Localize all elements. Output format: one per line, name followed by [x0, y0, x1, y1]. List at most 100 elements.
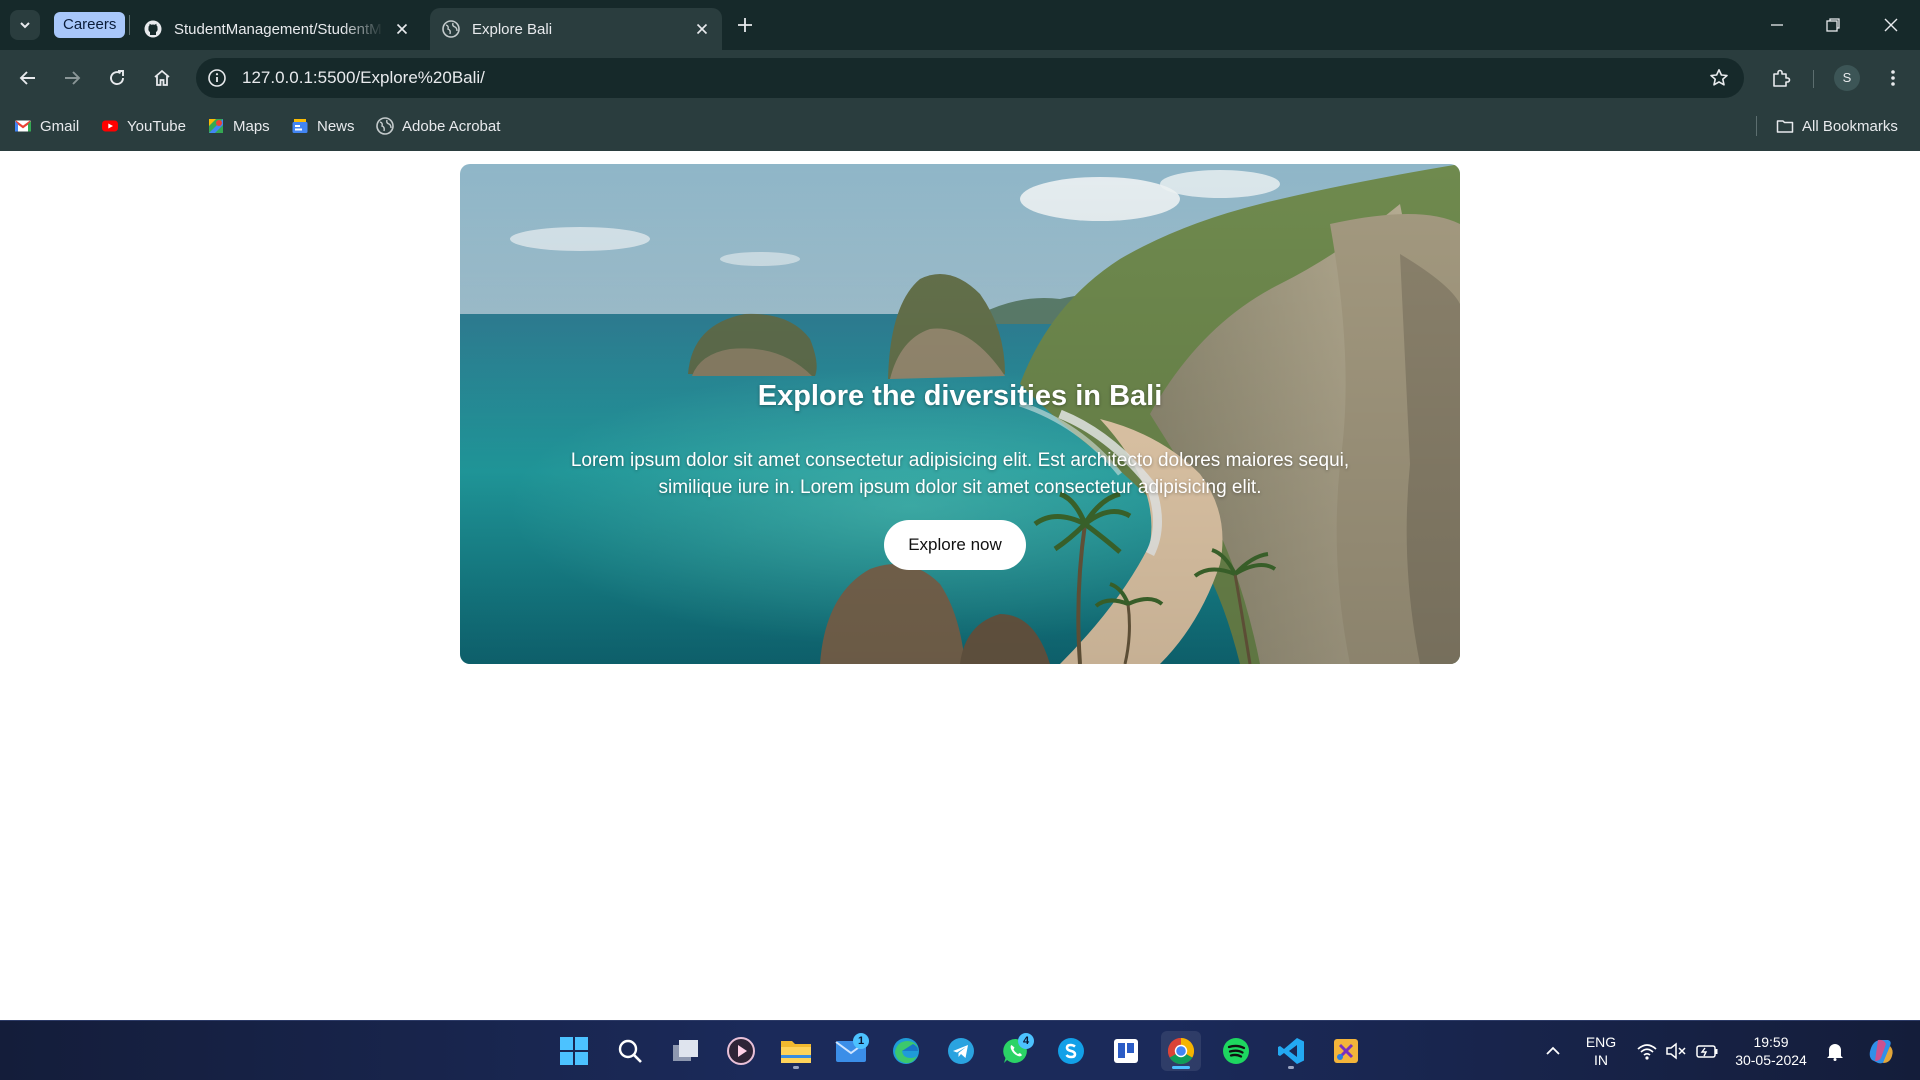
- bookmark-label: Maps: [233, 117, 270, 135]
- chrome-icon: [1167, 1037, 1195, 1065]
- taskbar-spotify[interactable]: [1216, 1031, 1256, 1071]
- url-text[interactable]: 127.0.0.1:5500/Explore%20Bali/: [242, 58, 485, 98]
- globe-icon: [442, 20, 460, 38]
- tab-title: StudentManagement/StudentM: [174, 20, 382, 38]
- taskbar-task-view[interactable]: [666, 1031, 706, 1071]
- taskbar: 1 4 ENG IN 19:59 30-05-2024: [0, 1020, 1920, 1080]
- close-icon[interactable]: [394, 21, 410, 37]
- bookmark-label: Adobe Acrobat: [402, 117, 501, 135]
- bookmark-adobe-acrobat[interactable]: Adobe Acrobat: [376, 106, 500, 146]
- bookmark-label: YouTube: [127, 117, 186, 135]
- taskbar-mail[interactable]: 1: [831, 1031, 871, 1071]
- explore-now-button[interactable]: Explore now: [884, 520, 1026, 570]
- copilot-icon[interactable]: [1866, 1036, 1896, 1066]
- minimize-icon[interactable]: [1766, 14, 1788, 36]
- new-tab-plus-icon[interactable]: [734, 14, 756, 36]
- bookmark-maps[interactable]: Maps: [207, 106, 270, 146]
- taskbar-edge[interactable]: [886, 1031, 926, 1071]
- bookmark-star-icon[interactable]: [1708, 67, 1730, 89]
- spotify-icon: [1223, 1038, 1249, 1064]
- mail-notification-badge: 1: [853, 1033, 869, 1049]
- vscode-icon: [1278, 1038, 1304, 1064]
- bookmarks-divider: [1756, 116, 1757, 136]
- site-info-icon[interactable]: [206, 67, 228, 89]
- extensions-button[interactable]: [1767, 64, 1795, 92]
- wifi-icon[interactable]: [1636, 1041, 1658, 1061]
- media-player-icon: [727, 1037, 755, 1065]
- whatsapp-notification-badge: 4: [1018, 1033, 1034, 1049]
- taskbar-whatsapp[interactable]: 4: [996, 1031, 1036, 1071]
- home-button[interactable]: [148, 64, 176, 92]
- bookmark-label: Gmail: [40, 117, 80, 135]
- region-label: IN: [1594, 1052, 1608, 1068]
- tab-search-button[interactable]: [10, 10, 40, 40]
- tab-github[interactable]: StudentManagement/StudentM: [132, 8, 422, 50]
- close-window-icon[interactable]: [1880, 14, 1902, 36]
- running-indicator: [1288, 1066, 1294, 1069]
- tab-group-chip[interactable]: Careers: [54, 12, 126, 38]
- restore-icon[interactable]: [1822, 14, 1844, 36]
- bookmark-label: All Bookmarks: [1802, 117, 1898, 135]
- all-bookmarks-button[interactable]: All Bookmarks: [1776, 106, 1898, 146]
- folder-icon: [781, 1041, 811, 1063]
- tab-strip: Careers StudentManagement/StudentM Explo…: [0, 0, 1920, 50]
- windows-start-icon: [560, 1037, 588, 1065]
- taskbar-file-explorer[interactable]: [776, 1031, 816, 1071]
- search-icon: [618, 1039, 642, 1063]
- taskbar-search[interactable]: [610, 1031, 650, 1071]
- taskbar-chrome[interactable]: [1161, 1031, 1201, 1071]
- taskbar-media-player[interactable]: [721, 1031, 761, 1071]
- running-indicator: [793, 1066, 799, 1069]
- start-button[interactable]: [554, 1031, 594, 1071]
- taskbar-vscode[interactable]: [1271, 1031, 1311, 1071]
- screen: Careers StudentManagement/StudentM Explo…: [0, 0, 1920, 1080]
- chevron-up-icon[interactable]: [1542, 1041, 1564, 1061]
- home-icon: [154, 69, 170, 86]
- reload-button[interactable]: [103, 64, 131, 92]
- speaker-muted-icon[interactable]: [1665, 1041, 1687, 1061]
- bookmark-youtube[interactable]: YouTube: [101, 106, 186, 146]
- address-bar[interactable]: 127.0.0.1:5500/Explore%20Bali/: [196, 58, 1744, 98]
- taskbar-todo[interactable]: [1106, 1031, 1146, 1071]
- close-icon[interactable]: [694, 21, 710, 37]
- back-button[interactable]: [14, 64, 42, 92]
- clock-date: 30-05-2024: [1735, 1052, 1807, 1068]
- battery-icon[interactable]: [1696, 1041, 1718, 1061]
- folder-icon: [1776, 120, 1794, 133]
- tab-divider: [129, 15, 130, 35]
- running-indicator: [1172, 1066, 1190, 1069]
- bookmark-label: News: [317, 117, 355, 135]
- input-language[interactable]: ENG IN: [1578, 1033, 1624, 1069]
- hero-title: Explore the diversities in Bali: [757, 380, 1163, 412]
- skype-icon: [1058, 1038, 1084, 1064]
- hero-description: Lorem ipsum dolor sit amet consectetur a…: [570, 450, 1350, 498]
- more-vertical-icon: [1891, 70, 1895, 86]
- tab-title: Explore Bali: [472, 20, 553, 38]
- profile-avatar[interactable]: S: [1834, 65, 1860, 91]
- taskbar-skype[interactable]: [1051, 1031, 1091, 1071]
- gmail-icon: [14, 120, 32, 132]
- chevron-down-icon: [20, 22, 30, 29]
- taskbar-telegram[interactable]: [941, 1031, 981, 1071]
- arrow-left-icon: [19, 71, 35, 85]
- bookmark-news[interactable]: News: [291, 106, 355, 146]
- menu-button[interactable]: [1879, 64, 1907, 92]
- hero-content: Explore the diversities in Bali Lorem ip…: [460, 164, 1460, 664]
- bookmark-gmail[interactable]: Gmail: [14, 106, 79, 146]
- youtube-icon: [102, 120, 118, 132]
- news-icon: [292, 119, 308, 133]
- tab-explore-bali[interactable]: Explore Bali: [430, 8, 722, 50]
- telegram-icon: [948, 1038, 974, 1064]
- toolbar-divider: [1813, 70, 1814, 88]
- browser-toolbar: 127.0.0.1:5500/Explore%20Bali/ S: [0, 50, 1920, 106]
- edge-icon: [893, 1038, 919, 1064]
- hero-banner: Explore the diversities in Bali Lorem ip…: [460, 164, 1460, 664]
- language-label: ENG: [1585, 1034, 1617, 1050]
- board-icon: [1114, 1039, 1138, 1063]
- reload-icon: [110, 70, 124, 85]
- clock[interactable]: 19:59 30-05-2024: [1734, 1033, 1808, 1069]
- taskbar-snipping-tool[interactable]: [1326, 1031, 1366, 1071]
- forward-button[interactable]: [58, 64, 86, 92]
- github-icon: [144, 20, 162, 38]
- notification-bell-icon[interactable]: [1824, 1041, 1846, 1061]
